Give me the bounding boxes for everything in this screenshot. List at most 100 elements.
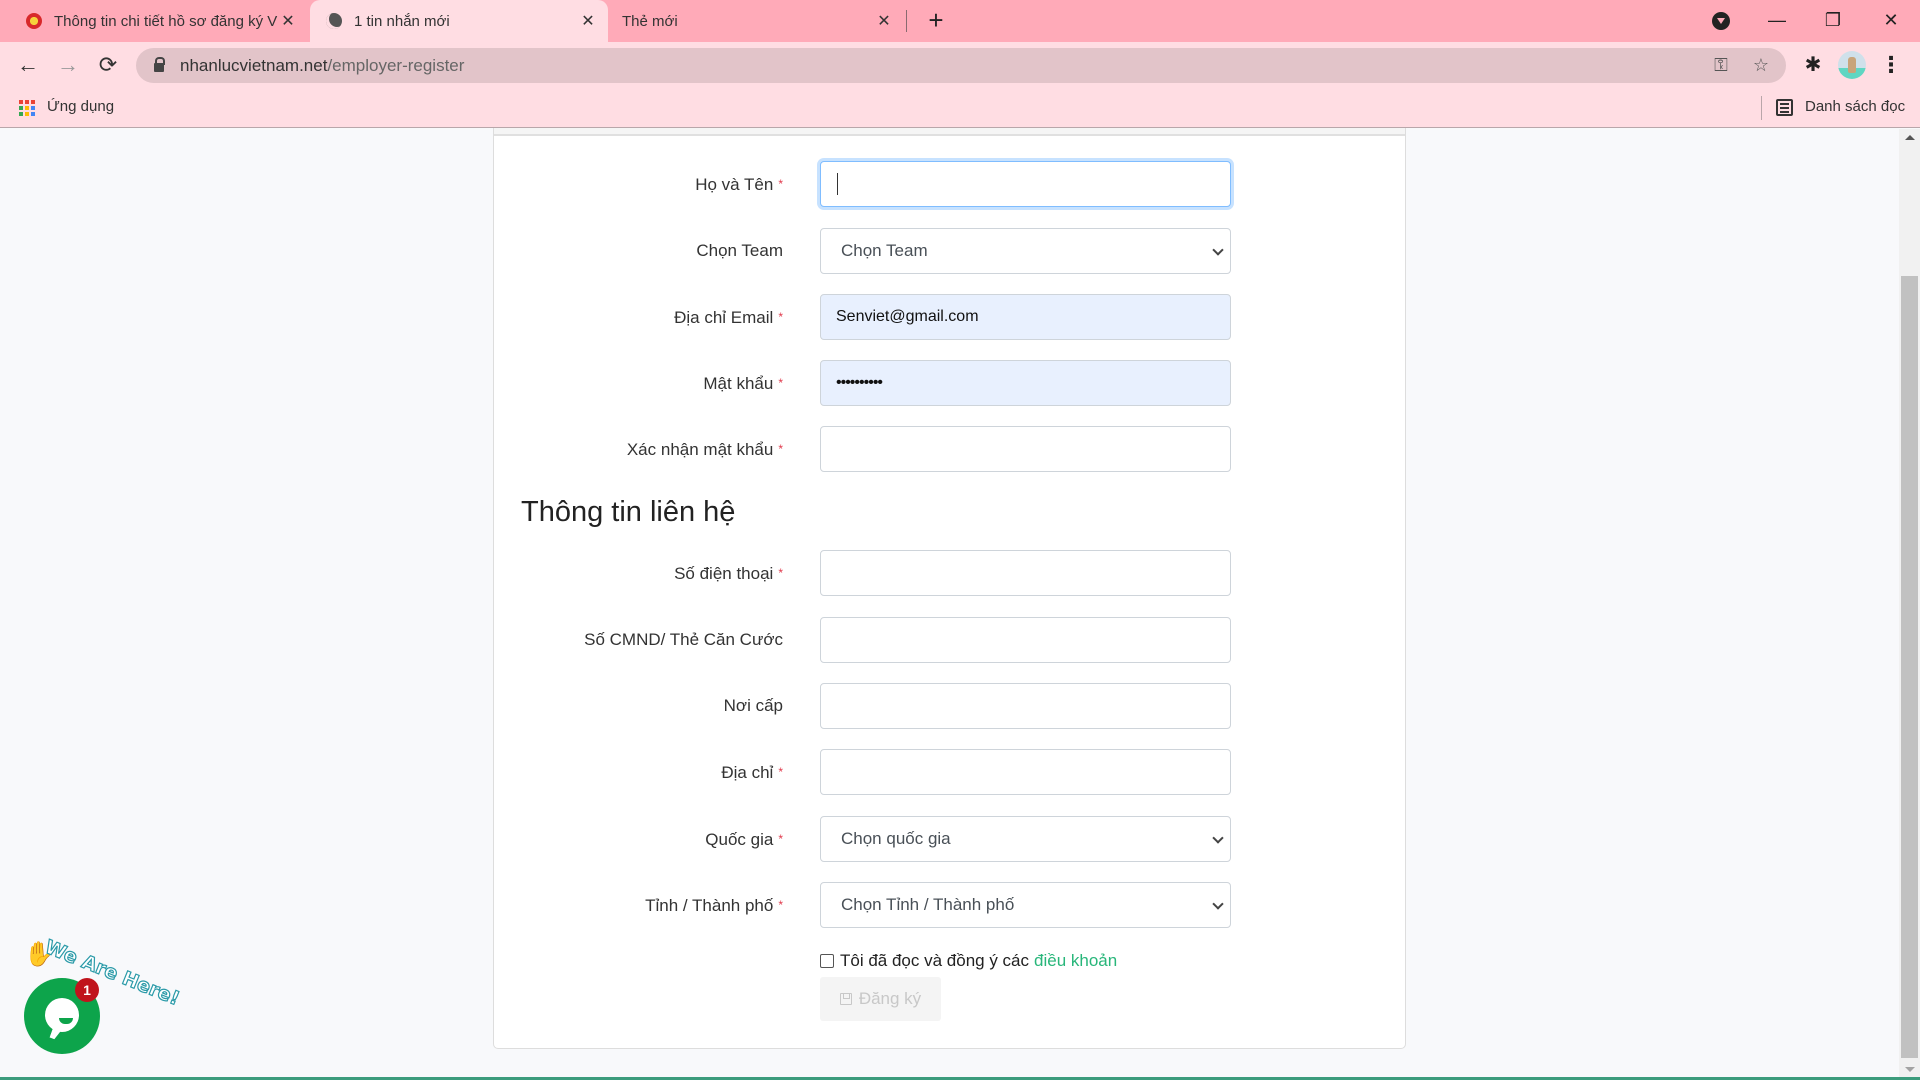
profile-avatar[interactable]	[1838, 51, 1866, 79]
form-row-email: Địa chỉ Email * Senviet@gmail.com	[494, 294, 1407, 340]
terms-link[interactable]: điều khoản	[1034, 951, 1117, 971]
register-button[interactable]: Đăng ký	[820, 977, 941, 1021]
forward-button[interactable]: →	[53, 50, 83, 80]
terms-checkbox[interactable]	[820, 954, 834, 968]
form-row-issue-place: Nơi cấp	[494, 683, 1407, 729]
page-scrollbar[interactable]	[1899, 129, 1920, 1078]
reading-list-icon[interactable]	[1776, 99, 1793, 116]
register-button-label: Đăng ký	[858, 989, 922, 1008]
email-label: Địa chỉ Email *	[674, 308, 783, 327]
tab-tin-nhan[interactable]: 1 tin nhắn mới ✕	[310, 0, 608, 42]
bookmarks-bar: Ứng dụng Danh sách đọc	[0, 88, 1920, 128]
apps-link[interactable]: Ứng dụng	[47, 98, 114, 115]
team-label: Chọn Team	[696, 241, 783, 260]
address-input[interactable]	[820, 749, 1231, 795]
province-label: Tỉnh / Thành phố *	[645, 896, 783, 915]
province-select-value: Chọn Tỉnh / Thành phố	[841, 895, 1015, 914]
text-caret	[837, 173, 838, 195]
reload-button[interactable]: ⟳	[93, 50, 123, 80]
terms-agreement: Tôi đã đọc và đồng ý các điều khoản	[820, 951, 1117, 971]
address-bar[interactable]: nhanlucvietnam.net/employer-register ⚿ ☆	[136, 48, 1786, 83]
url-text: nhanlucvietnam.net/employer-register	[180, 56, 464, 76]
province-select[interactable]: Chọn Tỉnh / Thành phố	[820, 882, 1231, 928]
form-row-confirm-password: Xác nhận mật khẩu *	[494, 426, 1407, 472]
email-input[interactable]: Senviet@gmail.com	[820, 294, 1231, 340]
card-header	[494, 128, 1405, 136]
scroll-down-arrow-icon[interactable]	[1905, 1067, 1915, 1072]
emblem-favicon-icon	[26, 13, 42, 29]
password-label: Mật khẩu *	[703, 374, 783, 393]
minimize-button[interactable]: —	[1757, 6, 1797, 34]
tab-title: Thông tin chi tiết hồ sơ đăng ký V	[54, 12, 278, 30]
contact-section-title: Thông tin liên hệ	[521, 496, 736, 528]
id-card-input[interactable]	[820, 617, 1231, 663]
country-select-value: Chọn quốc gia	[841, 829, 951, 848]
password-input[interactable]: ••••••••••	[820, 360, 1231, 406]
chat-unread-badge: 1	[75, 978, 99, 1002]
required-mark: *	[778, 765, 783, 779]
form-row-country: Quốc gia * Chọn quốc gia	[494, 816, 1407, 862]
close-tab-icon[interactable]: ✕	[278, 11, 298, 31]
full-name-input[interactable]	[820, 161, 1231, 207]
bookmark-star-icon[interactable]: ☆	[1746, 48, 1776, 83]
required-mark: *	[778, 177, 783, 191]
globe-icon	[326, 13, 342, 29]
required-mark: *	[778, 566, 783, 580]
confirm-password-input[interactable]	[820, 426, 1231, 472]
reading-list-button[interactable]: Danh sách đọc	[1805, 98, 1905, 115]
tab-separator	[906, 10, 907, 32]
terms-text: Tôi đã đọc và đồng ý các	[840, 951, 1030, 970]
chat-bubble-icon	[45, 998, 79, 1032]
required-mark: *	[778, 832, 783, 846]
phone-input[interactable]	[820, 550, 1231, 596]
issue-place-input[interactable]	[820, 683, 1231, 729]
tab-strip: Thông tin chi tiết hồ sơ đăng ký V ✕ 1 t…	[0, 0, 1920, 42]
close-tab-icon[interactable]: ✕	[874, 11, 894, 31]
browser-toolbar: ← → ⟳ nhanlucvietnam.net/employer-regist…	[0, 42, 1920, 88]
form-row-full-name: Họ và Tên *	[494, 161, 1407, 207]
extensions-icon[interactable]: ✱	[1798, 50, 1828, 80]
confirm-password-label: Xác nhận mật khẩu *	[626, 440, 783, 459]
chevron-down-icon	[1212, 898, 1224, 910]
phone-label: Số điện thoại *	[674, 564, 783, 583]
form-row-team: Chọn Team Chọn Team	[494, 228, 1407, 274]
new-tab-button[interactable]: +	[922, 6, 950, 36]
url-path: /employer-register	[327, 55, 465, 75]
address-label: Địa chỉ *	[721, 763, 783, 782]
bookmark-separator	[1761, 96, 1762, 120]
form-row-password: Mật khẩu * ••••••••••	[494, 360, 1407, 406]
tab-ho-so[interactable]: Thông tin chi tiết hồ sơ đăng ký V ✕	[0, 0, 310, 42]
lock-icon	[154, 57, 165, 72]
form-row-phone: Số điện thoại *	[494, 550, 1407, 596]
maximize-button[interactable]: ❐	[1813, 6, 1853, 34]
close-window-button[interactable]: ✕	[1871, 6, 1911, 34]
country-label: Quốc gia *	[705, 830, 783, 849]
form-row-province: Tỉnh / Thành phố * Chọn Tỉnh / Thành phố	[494, 882, 1407, 928]
required-mark: *	[778, 376, 783, 390]
menu-icon[interactable]: ⋮	[1880, 50, 1902, 80]
full-name-label: Họ và Tên *	[695, 175, 783, 194]
scroll-up-arrow-icon[interactable]	[1905, 135, 1915, 140]
scrollbar-thumb[interactable]	[1901, 276, 1918, 1058]
url-domain: nhanlucvietnam.net	[180, 55, 328, 75]
country-select[interactable]: Chọn quốc gia	[820, 816, 1231, 862]
tab-title: Thẻ mới	[622, 12, 678, 30]
save-icon	[839, 993, 852, 1005]
tab-title: 1 tin nhắn mới	[354, 12, 450, 30]
required-mark: *	[778, 310, 783, 324]
required-mark: *	[778, 898, 783, 912]
form-row-id-card: Số CMND/ Thẻ Căn Cước	[494, 617, 1407, 663]
close-tab-icon[interactable]: ✕	[578, 11, 598, 31]
chevron-down-icon	[1212, 244, 1224, 256]
chevron-down-icon	[1212, 832, 1224, 844]
email-value: Senviet@gmail.com	[836, 308, 979, 325]
register-form-card: Họ và Tên * Chọn Team Chọn Team Địa chỉ E…	[493, 128, 1406, 1049]
team-select[interactable]: Chọn Team	[820, 228, 1231, 274]
tab-new-tab[interactable]: Thẻ mới ✕	[608, 0, 904, 42]
password-mask: ••••••••••	[836, 374, 883, 391]
issue-place-label: Nơi cấp	[723, 696, 783, 715]
back-button[interactable]: ←	[13, 50, 43, 80]
apps-grid-icon[interactable]	[19, 100, 35, 116]
tab-search-icon[interactable]	[1712, 12, 1730, 30]
key-icon[interactable]: ⚿	[1706, 48, 1736, 83]
